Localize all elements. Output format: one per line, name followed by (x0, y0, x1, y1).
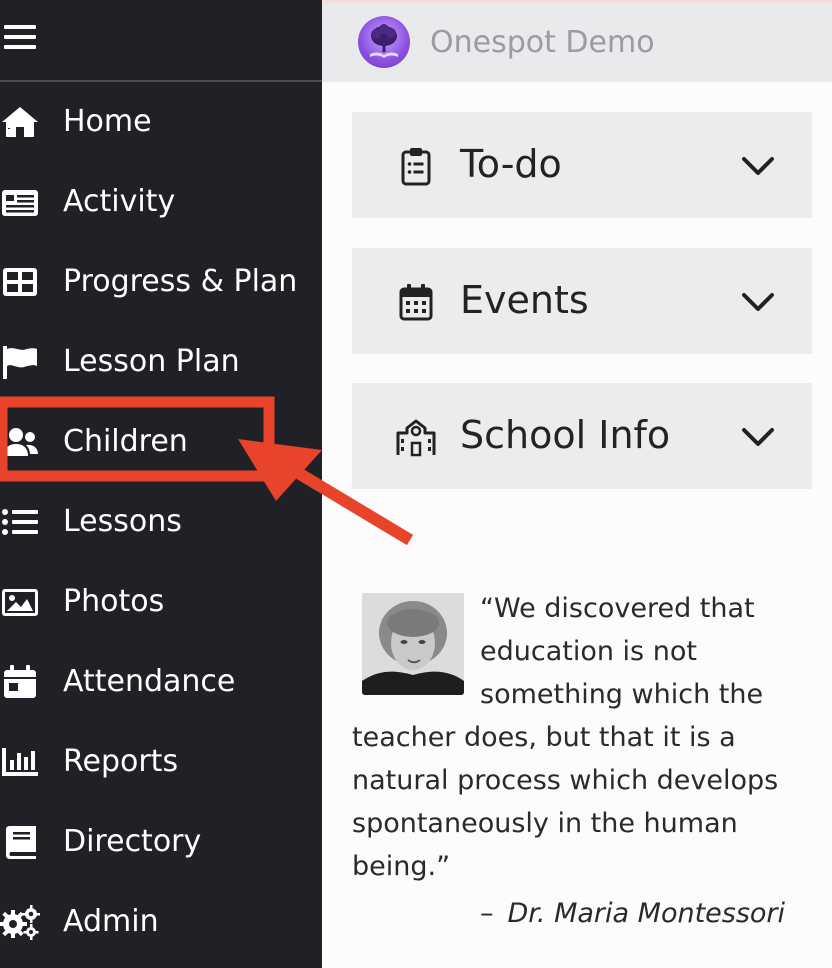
accordion-title: School Info (460, 413, 671, 457)
sidebar-item-label: Activity (63, 184, 176, 219)
sidebar-item-label: Reports (63, 744, 179, 779)
sidebar-item-home[interactable]: Home (0, 82, 322, 162)
sidebar-item-attendance[interactable]: Attendance (0, 642, 322, 722)
sidebar-item-label: Lesson Plan (63, 344, 240, 379)
accordion-title: Events (460, 278, 589, 322)
sidebar-item-label: Admin (63, 904, 159, 939)
quote-dash: – (480, 898, 494, 929)
todo-accordion[interactable]: To-do (352, 112, 812, 218)
bar-chart-icon (0, 744, 40, 780)
sidebar-item-label: Photos (63, 584, 165, 619)
sidebar-item-directory[interactable]: Directory (0, 802, 322, 882)
author-portrait (362, 593, 464, 695)
sidebar-item-activity[interactable]: Activity (0, 162, 322, 242)
chevron-down-icon[interactable] (740, 284, 776, 320)
school-info-accordion[interactable]: School Info (352, 383, 812, 489)
sidebar-item-children[interactable]: Children (0, 402, 322, 482)
gears-icon (0, 904, 40, 940)
chevron-down-icon[interactable] (740, 148, 776, 184)
sidebar-item-reports[interactable]: Reports (0, 722, 322, 802)
sidebar-item-lessons[interactable]: Lessons (0, 482, 322, 562)
quote-author-name: Dr. Maria Montessori (507, 898, 786, 929)
sidebar-item-label: Lessons (63, 504, 182, 539)
sidebar-item-label: Progress & Plan (63, 264, 298, 299)
top-bar: Onespot Demo (322, 0, 832, 82)
sidebar-item-progress-plan[interactable]: Progress & Plan (0, 242, 322, 322)
image-icon (0, 584, 40, 620)
chevron-down-icon[interactable] (740, 419, 776, 455)
sidebar-item-label: Children (63, 424, 188, 459)
calendar-icon (396, 282, 436, 322)
list-icon (0, 504, 40, 540)
flag-icon (0, 344, 40, 380)
sidebar: Home Activity Progress & Plan Lesson Pla… (0, 0, 322, 968)
sidebar-item-label: Home (63, 104, 152, 139)
tree-logo-icon[interactable] (358, 16, 410, 68)
sidebar-item-admin[interactable]: Admin (0, 882, 322, 962)
home-icon (0, 104, 40, 140)
quote-block: “We discovered that education is not som… (352, 587, 822, 888)
sidebar-item-label: Directory (63, 824, 202, 859)
newspaper-icon (0, 184, 40, 220)
accordion-title: To-do (460, 142, 562, 186)
grid-icon (0, 264, 40, 300)
app-title: Onespot Demo (430, 25, 655, 60)
sidebar-item-lesson-plan[interactable]: Lesson Plan (0, 322, 322, 402)
hamburger-menu-icon[interactable] (0, 22, 40, 62)
sidebar-item-label: Attendance (63, 664, 236, 699)
book-icon (0, 824, 40, 860)
main-content: To-do Events School Info “We discovered … (322, 82, 832, 968)
calendar-day-icon (0, 664, 40, 700)
sidebar-item-photos[interactable]: Photos (0, 562, 322, 642)
quote-author: – Dr. Maria Montessori (480, 898, 785, 929)
school-icon (396, 417, 436, 457)
events-accordion[interactable]: Events (352, 248, 812, 354)
users-icon (0, 424, 40, 460)
clipboard-list-icon (396, 146, 436, 186)
